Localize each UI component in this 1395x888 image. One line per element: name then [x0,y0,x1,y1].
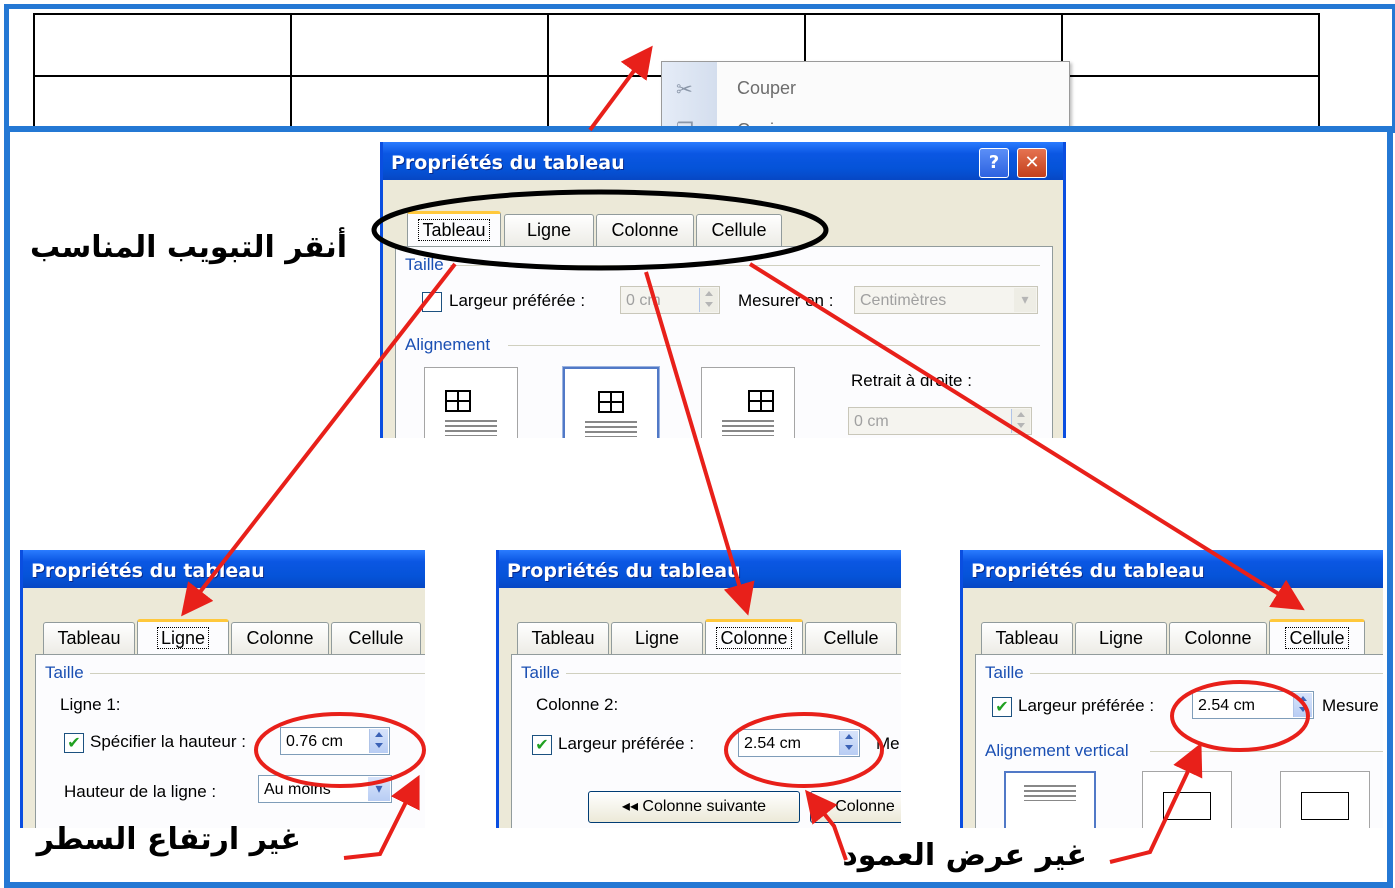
arrow-to-column-width [805,789,848,861]
scissors-icon: ✂ [676,77,693,101]
arrow-to-colonne-tab [644,271,755,616]
arrow-to-cellule-tab [748,262,1305,611]
arrow-to-row-height [343,774,420,860]
tutorial-panel: Propriétés du tableau ? ✕ Tableau Ligne … [4,126,1393,888]
table-cell[interactable] [290,75,549,133]
arrow-to-cell-width [1109,742,1203,864]
table-cell[interactable] [1061,13,1320,77]
annotation-overlay [181,189,1310,864]
cell-width-ellipse [1170,680,1310,752]
table-cell[interactable] [1061,75,1320,133]
tab-bar-highlight-ellipse [371,189,829,271]
word-document-area: ✂ Couper ❐ Copier [4,4,1395,133]
context-menu: ✂ Couper ❐ Copier [661,61,1070,133]
menu-item-cut[interactable]: Couper [737,78,796,99]
table-cell[interactable] [33,75,292,133]
table-cell[interactable] [33,13,292,77]
column-width-ellipse [724,712,884,788]
arrow-to-ligne-tab [181,262,457,617]
height-value-ellipse [254,712,426,788]
table-cell[interactable] [290,13,549,77]
